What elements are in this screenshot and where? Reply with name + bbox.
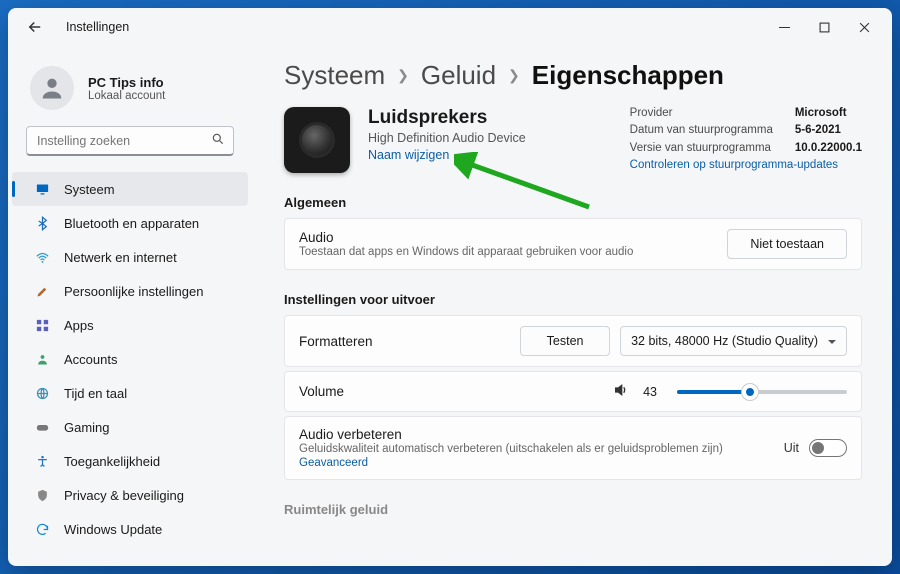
sidebar-item-label: Persoonlijke instellingen bbox=[64, 284, 203, 299]
device-title: Luidsprekers bbox=[368, 107, 526, 129]
shield-icon bbox=[34, 487, 50, 503]
rename-link[interactable]: Naam wijzigen bbox=[368, 148, 526, 162]
sidebar-item-label: Windows Update bbox=[64, 522, 162, 537]
volume-card: Volume 43 bbox=[284, 371, 862, 412]
device-subtitle: High Definition Audio Device bbox=[368, 131, 526, 145]
section-output: Instellingen voor uitvoer bbox=[284, 292, 862, 307]
person-icon bbox=[34, 351, 50, 367]
format-title: Formatteren bbox=[299, 334, 510, 349]
driver-info: Provider Microsoft Datum van stuurprogra… bbox=[630, 107, 862, 173]
sidebar-item-toegang[interactable]: Toegankelijkheid bbox=[12, 444, 248, 478]
sidebar-item-privacy[interactable]: Privacy & beveiliging bbox=[12, 478, 248, 512]
sidebar-item-persoonlijk[interactable]: Persoonlijke instellingen bbox=[12, 274, 248, 308]
sidebar-item-apps[interactable]: Apps bbox=[12, 308, 248, 342]
provider-value: Microsoft bbox=[795, 107, 862, 121]
chevron-right-icon: ❯ bbox=[508, 67, 520, 84]
game-icon bbox=[34, 419, 50, 435]
globe-icon bbox=[34, 385, 50, 401]
sidebar-item-bluetooth[interactable]: Bluetooth en apparaten bbox=[12, 206, 248, 240]
volume-value: 43 bbox=[643, 385, 657, 399]
enhance-toggle[interactable] bbox=[809, 439, 847, 457]
volume-title: Volume bbox=[299, 384, 599, 399]
volume-icon[interactable] bbox=[613, 382, 629, 401]
settings-window: Instellingen PC Tips info Lokaal account bbox=[8, 8, 892, 566]
section-general: Algemeen bbox=[284, 195, 862, 210]
search-box[interactable] bbox=[26, 126, 234, 156]
sidebar-item-accounts[interactable]: Accounts bbox=[12, 342, 248, 376]
sidebar-item-label: Bluetooth en apparaten bbox=[64, 216, 199, 231]
provider-label: Provider bbox=[630, 107, 773, 121]
back-icon[interactable] bbox=[26, 18, 44, 36]
sidebar-item-netwerk[interactable]: Netwerk en internet bbox=[12, 240, 248, 274]
driver-version-value: 10.0.22000.1 bbox=[795, 142, 862, 156]
disallow-button[interactable]: Niet toestaan bbox=[727, 229, 847, 259]
section-spatial: Ruimtelijk geluid bbox=[284, 502, 862, 517]
accessibility-icon bbox=[34, 453, 50, 469]
audio-card: Audio Toestaan dat apps en Windows dit a… bbox=[284, 218, 862, 270]
apps-icon bbox=[34, 317, 50, 333]
bluetooth-icon bbox=[34, 215, 50, 231]
volume-slider[interactable] bbox=[677, 390, 847, 394]
user-block[interactable]: PC Tips info Lokaal account bbox=[8, 54, 252, 126]
user-name: PC Tips info bbox=[88, 75, 165, 90]
advanced-link[interactable]: Geavanceerd bbox=[299, 457, 784, 469]
driver-date-value: 5-6-2021 bbox=[795, 124, 862, 138]
sidebar-item-label: Apps bbox=[64, 318, 94, 333]
search-input[interactable] bbox=[35, 133, 211, 149]
check-updates-link[interactable]: Controleren op stuurprogramma-updates bbox=[630, 159, 862, 173]
driver-date-label: Datum van stuurprogramma bbox=[630, 124, 773, 138]
user-sub: Lokaal account bbox=[88, 90, 165, 102]
sidebar-item-label: Toegankelijkheid bbox=[64, 454, 160, 469]
main-content: Systeem ❯ Geluid ❯ Eigenschappen Luidspr… bbox=[256, 46, 892, 566]
sidebar-item-label: Netwerk en internet bbox=[64, 250, 177, 265]
format-card: Formatteren Testen 32 bits, 48000 Hz (St… bbox=[284, 315, 862, 367]
format-dropdown[interactable]: 32 bits, 48000 Hz (Studio Quality) bbox=[620, 326, 847, 356]
app-title: Instellingen bbox=[66, 20, 129, 34]
enhance-card: Audio verbeteren Geluidskwaliteit automa… bbox=[284, 416, 862, 480]
sidebar: PC Tips info Lokaal account Systeem bbox=[8, 46, 256, 566]
speaker-icon bbox=[284, 107, 350, 173]
toggle-label: Uit bbox=[784, 441, 799, 455]
sidebar-item-label: Systeem bbox=[64, 182, 115, 197]
driver-version-label: Versie van stuurprogramma bbox=[630, 142, 773, 156]
test-button[interactable]: Testen bbox=[520, 326, 610, 356]
device-header: Luidsprekers High Definition Audio Devic… bbox=[284, 107, 862, 173]
enhance-sub: Geluidskwaliteit automatisch verbeteren … bbox=[299, 443, 723, 455]
sidebar-item-label: Privacy & beveiliging bbox=[64, 488, 184, 503]
search-icon bbox=[211, 132, 225, 149]
breadcrumb-item-sound[interactable]: Geluid bbox=[421, 60, 496, 91]
wifi-icon bbox=[34, 249, 50, 265]
close-button[interactable] bbox=[844, 12, 884, 42]
breadcrumb-item-system[interactable]: Systeem bbox=[284, 60, 385, 91]
avatar-icon bbox=[30, 66, 74, 110]
sidebar-item-gaming[interactable]: Gaming bbox=[12, 410, 248, 444]
chevron-right-icon: ❯ bbox=[397, 67, 409, 84]
maximize-button[interactable] bbox=[804, 12, 844, 42]
update-icon bbox=[34, 521, 50, 537]
monitor-icon bbox=[34, 181, 50, 197]
audio-title: Audio bbox=[299, 230, 727, 245]
sidebar-item-systeem[interactable]: Systeem bbox=[12, 172, 248, 206]
nav-list: Systeem Bluetooth en apparaten Netwerk e… bbox=[8, 170, 252, 546]
sidebar-item-tijd[interactable]: Tijd en taal bbox=[12, 376, 248, 410]
breadcrumb-item-properties: Eigenschappen bbox=[532, 60, 724, 91]
minimize-button[interactable] bbox=[764, 12, 804, 42]
window-controls bbox=[764, 12, 884, 42]
enhance-title: Audio verbeteren bbox=[299, 427, 784, 442]
titlebar: Instellingen bbox=[8, 8, 892, 46]
sidebar-item-update[interactable]: Windows Update bbox=[12, 512, 248, 546]
breadcrumb: Systeem ❯ Geluid ❯ Eigenschappen bbox=[284, 60, 862, 91]
audio-sub: Toestaan dat apps en Windows dit apparaa… bbox=[299, 246, 727, 258]
sidebar-item-label: Accounts bbox=[64, 352, 117, 367]
brush-icon bbox=[34, 283, 50, 299]
sidebar-item-label: Gaming bbox=[64, 420, 110, 435]
sidebar-item-label: Tijd en taal bbox=[64, 386, 127, 401]
